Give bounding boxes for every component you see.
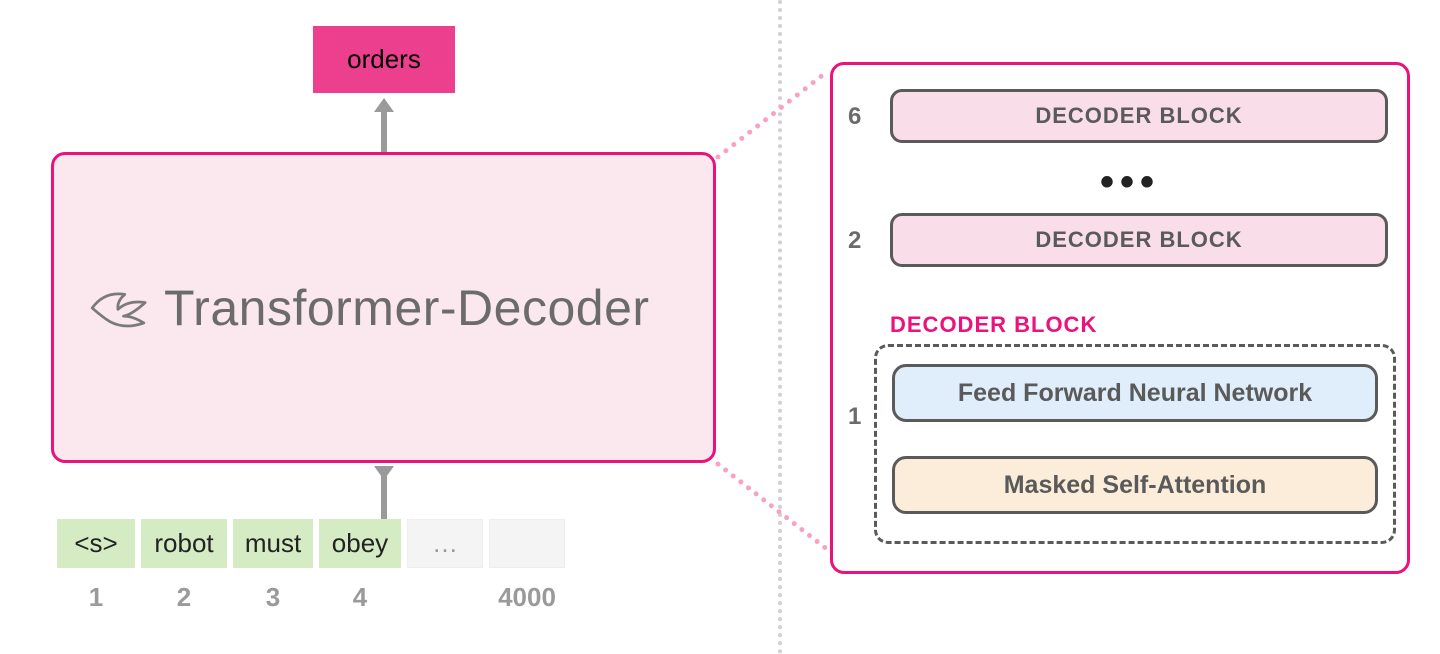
token-index: 4 [319,577,401,617]
input-token-blank [489,519,565,568]
dotted-connector-top [714,73,824,161]
decoder-block-box: DECODER BLOCK [890,213,1388,267]
index-row: 1 2 3 4 4000 [57,577,565,617]
input-token: must [233,519,313,568]
leaf-icon [84,274,152,342]
masked-self-attention-block: Masked Self-Attention [892,456,1378,514]
token-index: 2 [141,577,227,617]
output-token-box: orders [313,26,455,93]
input-token: <s> [57,519,135,568]
transformer-decoder-box: Transformer-Decoder [51,152,716,463]
vertical-divider [778,0,782,654]
arrow-down-icon [378,466,390,520]
input-token: obey [319,519,401,568]
input-token-ellipsis: … [407,519,483,568]
decoder-block-box: DECODER BLOCK [890,89,1388,143]
layer-number: 1 [848,403,861,431]
decoder-section-label: DECODER BLOCK [890,312,1097,338]
feed-forward-block: Feed Forward Neural Network [892,364,1378,422]
layer-number: 6 [848,103,861,131]
input-token: robot [141,519,227,568]
token-index: 3 [233,577,313,617]
token-index-blank [407,577,483,617]
arrow-up-icon [378,98,390,152]
layer-number: 2 [848,227,861,255]
token-index-last: 4000 [489,577,565,617]
ellipsis-icon: ••• [1100,160,1160,205]
output-token-text: orders [347,44,421,75]
token-row: <s> robot must obey … [57,519,565,568]
token-index: 1 [57,577,135,617]
transformer-label: Transformer-Decoder [164,279,650,337]
